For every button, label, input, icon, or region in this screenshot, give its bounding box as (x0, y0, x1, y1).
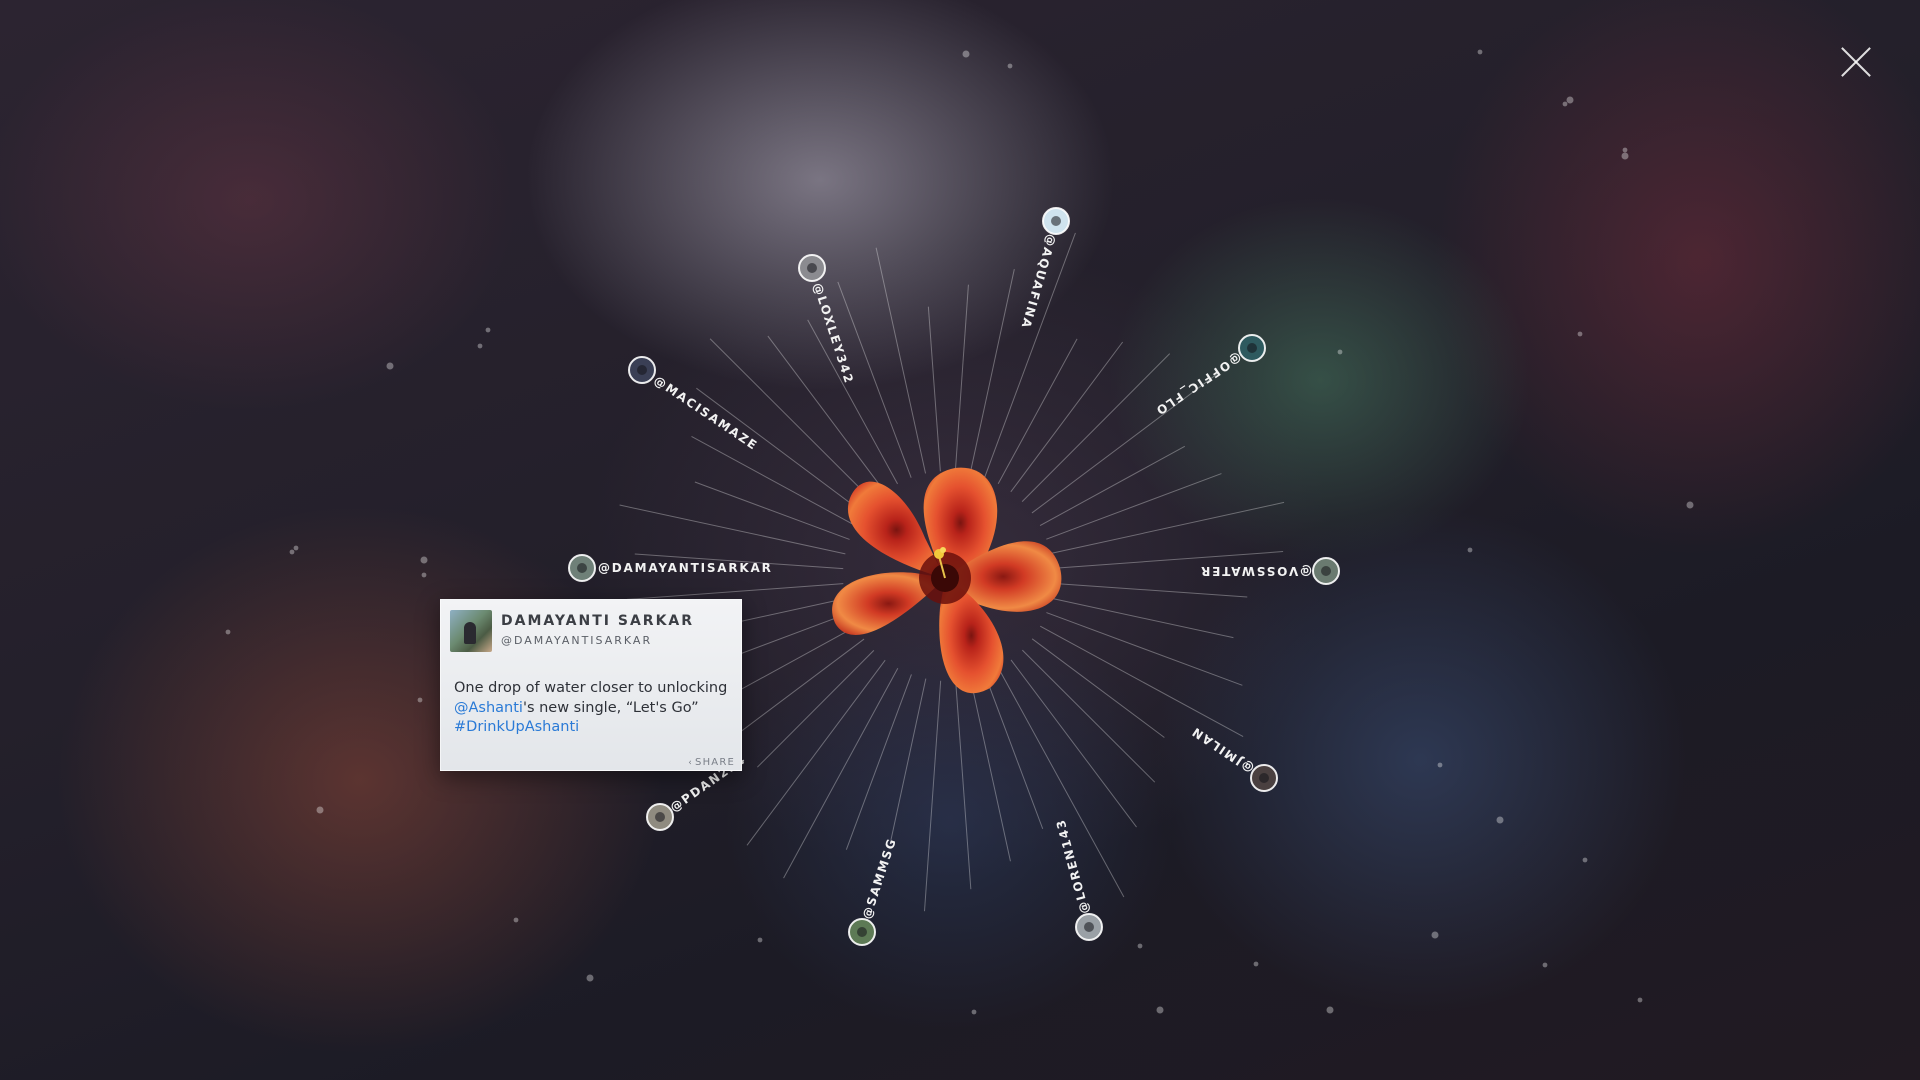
handle-label[interactable]: @SAMMSG (860, 836, 900, 921)
particle (586, 974, 594, 982)
avatar-figure (1259, 773, 1269, 783)
particle (757, 937, 763, 943)
spoke-line (1046, 473, 1222, 540)
spoke-line (1050, 501, 1285, 555)
handle-label[interactable]: @VOSSWATER (1199, 564, 1312, 578)
visualization-stage: @AQUAFINA @OFFIC_FLO @VOSSWATER @JMILAN @LOR… (0, 0, 1920, 1080)
particle (1621, 152, 1629, 160)
spoke-line (969, 268, 1015, 474)
spoke-line (927, 306, 941, 472)
share-button[interactable]: ‹ SHARE (688, 757, 735, 768)
particle (1253, 961, 1259, 967)
handle-label[interactable]: @LOXLEY342 (810, 281, 856, 386)
avatar-figure (807, 263, 817, 273)
particle (421, 572, 427, 578)
tweet-author-name: DAMAYANTI SARKAR (501, 613, 695, 629)
spoke-line (875, 247, 927, 474)
share-label: SHARE (695, 757, 735, 768)
particle (1477, 49, 1483, 55)
handle-node[interactable]: @JMILAN (1188, 724, 1278, 792)
particle (513, 917, 519, 923)
particle (386, 362, 394, 370)
particle (316, 806, 324, 814)
spoke-line (626, 583, 844, 600)
spoke-line (984, 232, 1076, 478)
handle-node[interactable]: @DAMAYANTISARKAR (568, 554, 773, 582)
hibiscus-flower-image (832, 467, 1062, 694)
particle (485, 327, 491, 333)
particle (1566, 96, 1574, 104)
tweet-hashtag-link[interactable]: #DrinkUpAshanti (454, 719, 579, 735)
particle (1577, 331, 1583, 337)
handle-label[interactable]: @DAMAYANTISARKAR (598, 561, 773, 575)
handle-label[interactable]: @JMILAN (1188, 724, 1256, 776)
spoke-line (890, 678, 927, 841)
handle-label[interactable]: @LOREN143 (1053, 817, 1092, 915)
particle (420, 556, 428, 564)
spoke-line (969, 678, 1011, 862)
avatar-figure (655, 812, 665, 822)
particle (289, 549, 295, 555)
tweet-body: One drop of water closer to unlocking @A… (454, 679, 734, 738)
particle (1686, 501, 1694, 509)
particle (962, 50, 970, 58)
close-button[interactable] (1838, 44, 1874, 80)
handle-node[interactable]: @VOSSWATER (1199, 557, 1340, 585)
particle (1326, 1006, 1334, 1014)
tweet-avatar (450, 610, 492, 652)
tweet-mention-link[interactable]: @Ashanti (454, 700, 523, 716)
handle-node[interactable]: @SAMMSG (848, 836, 900, 946)
spoke-line (1050, 597, 1234, 639)
particle (1582, 857, 1588, 863)
tweet-author-handle: @DAMAYANTISARKAR (501, 634, 653, 647)
tweet-text: One drop of water closer to unlocking (454, 680, 728, 696)
particle (1622, 147, 1628, 153)
spoke-line (998, 667, 1125, 898)
particle (1637, 997, 1643, 1003)
particle (1431, 931, 1439, 939)
handle-node[interactable]: @LOREN143 (1053, 817, 1103, 941)
handle-label[interactable]: @OFFIC_FLO (1152, 349, 1245, 418)
avatar-figure (1084, 922, 1094, 932)
particle (1562, 101, 1568, 107)
particle (1156, 1006, 1164, 1014)
spoke-line (955, 680, 972, 890)
avatar-figure (577, 563, 587, 573)
particle (293, 545, 299, 551)
tweet-text: 's new single, “Let's Go” (522, 699, 699, 716)
share-icon: ‹ (688, 758, 694, 768)
handle-label[interactable]: @AQUAFINA (1018, 233, 1059, 331)
spoke-line (954, 284, 969, 472)
tweet-card[interactable]: DAMAYANTI SARKAR @DAMAYANTISARKAR One dr… (440, 599, 742, 771)
particle (971, 1009, 977, 1015)
avatar-figure (637, 365, 647, 375)
particle (1542, 962, 1548, 968)
particle (1007, 63, 1013, 69)
spoke-line (619, 504, 846, 555)
particle (1137, 943, 1143, 949)
avatar-figure (1321, 566, 1331, 576)
particle (477, 343, 483, 349)
particle (1467, 547, 1473, 553)
particle (417, 697, 423, 703)
particle (225, 629, 231, 635)
spoke-line (1052, 582, 1248, 598)
particle (1437, 762, 1443, 768)
spoke-line (924, 680, 942, 912)
avatar-figure (857, 927, 867, 937)
spoke-line (845, 674, 912, 850)
spoke-line (1046, 612, 1243, 686)
avatar-figure (1247, 343, 1257, 353)
handle-node[interactable]: @OFFIC_FLO (1152, 334, 1266, 418)
avatar-figure (1051, 216, 1061, 226)
handle-label[interactable]: @MACISAMAZE (651, 373, 760, 453)
particle (1496, 816, 1504, 824)
particle (1337, 349, 1343, 355)
